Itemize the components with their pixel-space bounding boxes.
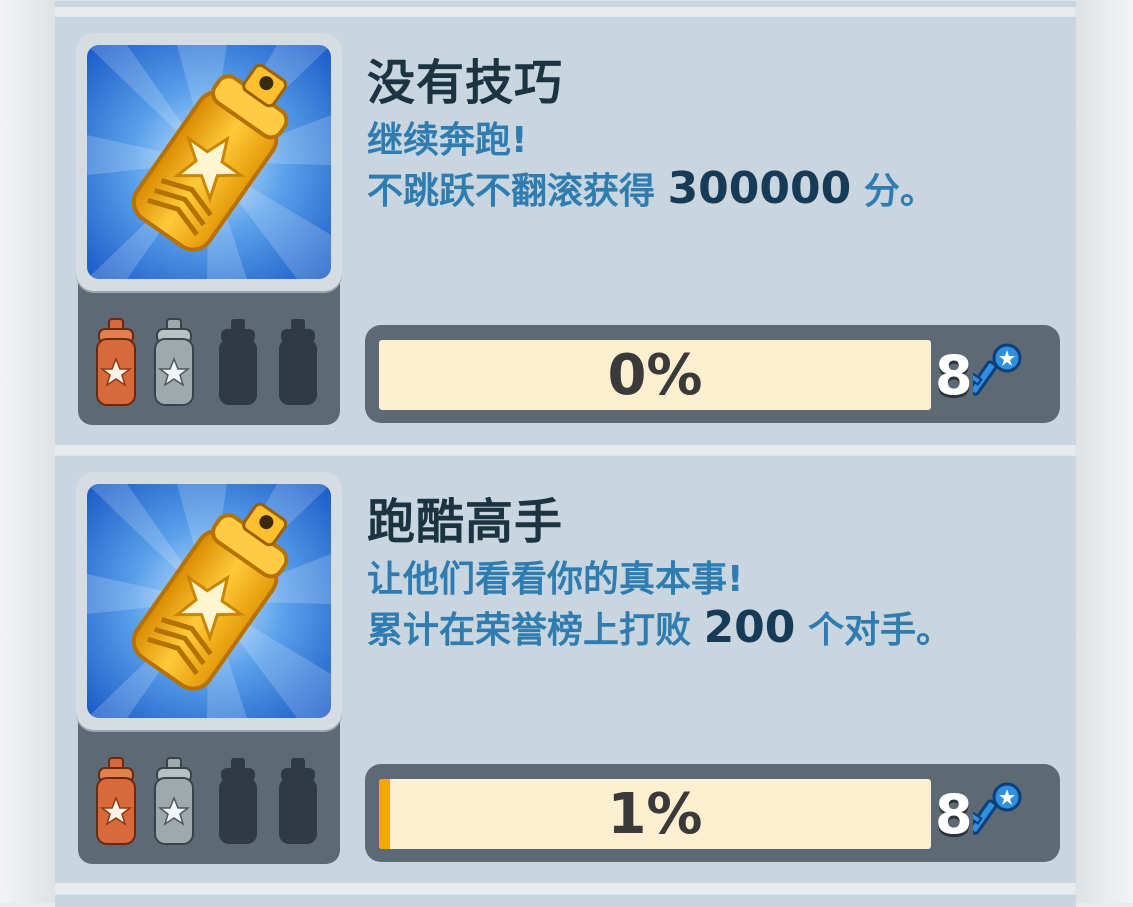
achievement-icon-panel <box>76 33 342 425</box>
reward-key-count: 8 <box>935 782 973 846</box>
description-line-2: 累计在荣誉榜上打败 200 个对手。 <box>367 604 952 655</box>
progress-bar: 0% <box>379 340 931 410</box>
achievement-card-partial-bottom <box>55 894 1076 907</box>
silver-tier-can-icon <box>152 756 196 852</box>
bronze-tier-can-icon <box>94 756 138 852</box>
achievement-card-partial-top <box>55 0 1076 7</box>
achievement-icon-frame <box>76 33 342 291</box>
progress-percent: 1% <box>607 781 703 847</box>
locked-tier-can-icon <box>276 317 320 413</box>
locked-tier-can-icon <box>276 756 320 852</box>
achievement-description: 让他们看看你的真本事! 累计在荣誉榜上打败 200 个对手。 <box>367 556 952 655</box>
description-suffix: 个对手。 <box>807 610 952 651</box>
achievement-icon-frame <box>76 472 342 730</box>
progress-panel: 1% 8 <box>365 764 1060 862</box>
description-prefix: 不跳跃不翻滚获得 <box>367 171 656 212</box>
tier-badges <box>78 752 340 852</box>
description-line-1: 继续奔跑! <box>367 120 528 161</box>
screen-edge-right <box>1075 0 1133 903</box>
progress-bar: 1% <box>379 779 931 849</box>
locked-tier-can-icon <box>216 317 260 413</box>
tier-badges <box>78 313 340 413</box>
target-number: 300000 <box>667 163 852 214</box>
target-number: 200 <box>703 602 796 653</box>
reward: 8 <box>935 335 1025 415</box>
achievement-title: 没有技巧 <box>367 55 564 111</box>
locked-tier-can-icon <box>216 756 260 852</box>
achievement-description: 继续奔跑! 不跳跃不翻滚获得 300000 分。 <box>367 117 936 216</box>
key-icon <box>966 341 1025 409</box>
description-line-2: 不跳跃不翻滚获得 300000 分。 <box>367 165 936 216</box>
gold-spray-can-icon <box>87 45 331 279</box>
achievement-title: 跑酷高手 <box>367 494 564 550</box>
achievement-card[interactable]: 没有技巧 继续奔跑! 不跳跃不翻滚获得 300000 分。 0% 8 <box>55 16 1076 445</box>
description-line-1: 让他们看看你的真本事! <box>367 559 744 600</box>
bronze-tier-can-icon <box>94 317 138 413</box>
reward: 8 <box>935 774 1025 854</box>
key-icon <box>966 780 1025 848</box>
progress-percent: 0% <box>607 342 703 408</box>
achievement-icon-panel <box>76 472 342 864</box>
description-suffix: 分。 <box>863 171 936 212</box>
reward-key-count: 8 <box>935 343 973 407</box>
progress-panel: 0% 8 <box>365 325 1060 423</box>
silver-tier-can-icon <box>152 317 196 413</box>
gold-spray-can-icon <box>87 484 331 718</box>
achievement-card[interactable]: 跑酷高手 让他们看看你的真本事! 累计在荣誉榜上打败 200 个对手。 1% 8 <box>55 455 1076 883</box>
description-prefix: 累计在荣誉榜上打败 <box>367 610 692 651</box>
screen-edge-left <box>0 0 55 903</box>
